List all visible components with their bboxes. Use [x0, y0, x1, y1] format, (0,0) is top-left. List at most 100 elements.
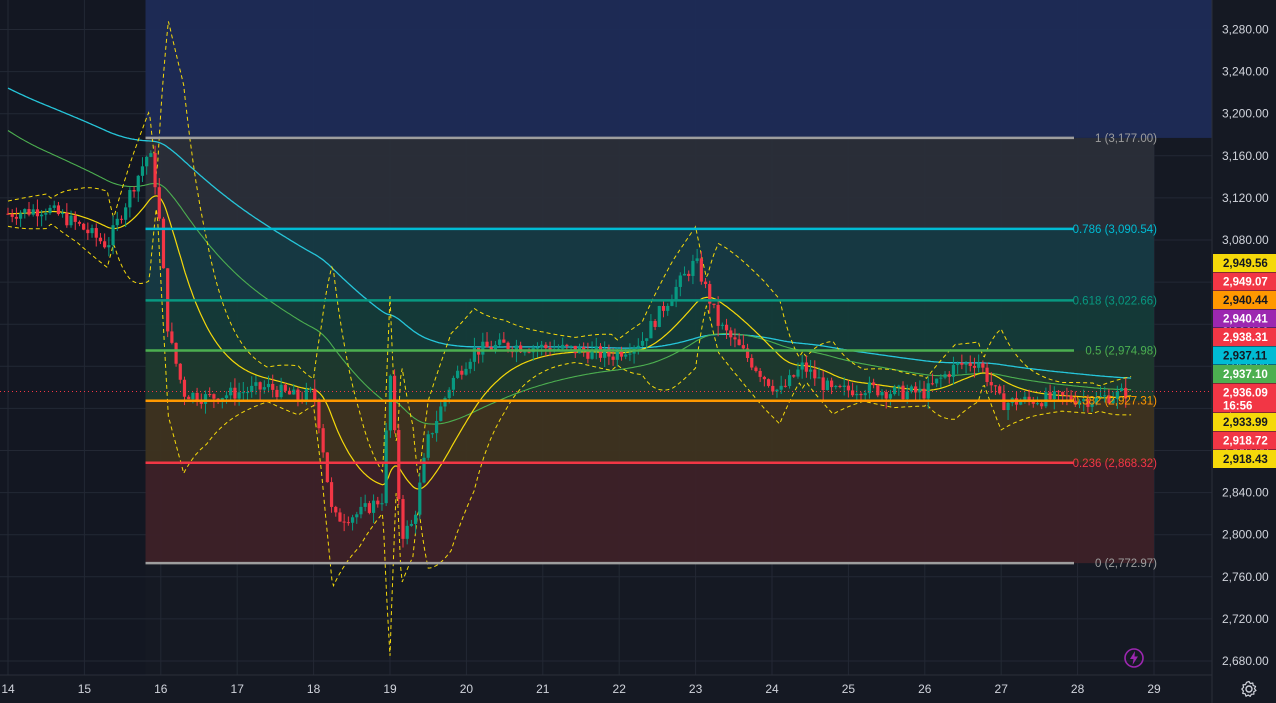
- candle-body: [355, 514, 359, 518]
- lightning-icon[interactable]: [1122, 646, 1146, 670]
- candle-body: [115, 218, 119, 226]
- candle-body: [724, 324, 729, 331]
- candle-body: [69, 215, 73, 226]
- candle-body: [56, 205, 61, 215]
- candle-body: [678, 275, 682, 287]
- candle-body: [435, 421, 439, 434]
- candle-body: [82, 223, 86, 230]
- candle-body: [14, 216, 19, 219]
- candle-body: [107, 245, 111, 248]
- candle-body: [405, 525, 409, 539]
- price-badge-label: 2,938.31: [1223, 332, 1268, 344]
- y-tick-label: 2,760.00: [1222, 570, 1269, 584]
- candle-body: [842, 385, 846, 388]
- y-tick-label: 3,160.00: [1222, 149, 1269, 163]
- candle-body: [846, 385, 850, 391]
- candle-body: [808, 369, 813, 372]
- x-tick-label: 24: [765, 682, 779, 696]
- candle-body: [943, 374, 947, 378]
- candle-body: [292, 389, 296, 395]
- candle-body: [409, 523, 413, 526]
- price-badge-label: 2,937.10: [1223, 369, 1268, 381]
- candle-body: [703, 281, 708, 285]
- candle-body: [565, 344, 569, 346]
- candle-body: [388, 375, 392, 431]
- fib-level-label: 1 (3,177.00): [1095, 133, 1157, 145]
- candle-body: [935, 378, 939, 384]
- candle-body: [598, 346, 603, 358]
- chart-container[interactable]: 1 (3,177.00) 0.786 (3,090.54) 0.618 (3,022…: [0, 0, 1276, 703]
- x-tick-label: 18: [307, 682, 321, 696]
- candle-body: [254, 382, 258, 386]
- candle-body: [27, 209, 31, 215]
- candle-body: [716, 304, 720, 326]
- candle-body: [430, 433, 435, 435]
- candle-body: [884, 392, 888, 399]
- candle-body: [258, 382, 262, 390]
- candle-body: [783, 385, 787, 387]
- y-tick-label: 2,680.00: [1222, 654, 1269, 668]
- fib-level-label: 0.786 (3,090.54): [1073, 224, 1158, 236]
- candle-body: [359, 506, 363, 515]
- candle-body: [930, 383, 935, 385]
- candle-body: [876, 385, 880, 396]
- candle-body: [771, 385, 775, 392]
- candle-body: [313, 388, 317, 401]
- candle-body: [817, 377, 821, 379]
- candle-body: [561, 344, 565, 349]
- candle-body: [1044, 392, 1048, 407]
- candle-body: [460, 370, 464, 375]
- candle-body: [834, 385, 838, 388]
- candle-body: [897, 385, 901, 388]
- candle-body: [888, 394, 893, 399]
- candle-body: [262, 387, 266, 390]
- candle-body: [909, 386, 914, 392]
- candle-body: [73, 215, 77, 222]
- fib-level-label: 0.618 (3,022.66): [1073, 295, 1158, 307]
- lightning-icon-glyph: [1124, 648, 1144, 668]
- candle-body: [615, 351, 619, 360]
- candle-body: [787, 375, 792, 387]
- candle-body: [926, 383, 930, 399]
- price-badge-label: 2,918.72: [1223, 436, 1268, 448]
- candle-body: [392, 375, 397, 431]
- candle-body: [304, 389, 308, 401]
- candle-body: [1048, 392, 1052, 400]
- candle-body: [821, 377, 825, 391]
- candle-body: [48, 207, 52, 214]
- candle-body: [19, 213, 23, 219]
- candle-body: [754, 367, 758, 371]
- candle-body: [170, 331, 174, 343]
- candle-body: [1052, 391, 1056, 400]
- candle-body: [640, 340, 645, 346]
- candle-body: [52, 205, 56, 208]
- candle-body: [535, 347, 540, 349]
- candle-body: [972, 365, 977, 368]
- candle-body: [308, 388, 313, 390]
- gear-icon[interactable]: [1238, 678, 1260, 700]
- pre-range-background: [0, 0, 146, 675]
- price-badge-countdown: 16:56: [1223, 401, 1252, 413]
- candle-body: [872, 382, 876, 386]
- candle-body: [149, 153, 153, 157]
- price-badge-label: 2,933.99: [1223, 417, 1268, 429]
- candle-body: [124, 207, 128, 220]
- x-tick-label: 20: [460, 682, 474, 696]
- gear-icon-glyph: [1241, 680, 1257, 697]
- candle-body: [161, 218, 166, 269]
- fib-zone: [145, 228, 1154, 301]
- candle-body: [813, 369, 817, 379]
- candle-body: [951, 364, 956, 377]
- candle-body: [611, 356, 615, 360]
- candle-body: [695, 258, 699, 261]
- candle-body: [569, 345, 573, 347]
- candle-body: [401, 499, 405, 539]
- candle-body: [367, 503, 371, 513]
- x-tick-label: 21: [536, 682, 550, 696]
- candle-body: [397, 430, 401, 500]
- y-tick-label: 3,080.00: [1222, 233, 1269, 247]
- candlestick-chart[interactable]: 1 (3,177.00) 0.786 (3,090.54) 0.618 (3,022…: [0, 0, 1276, 703]
- candle-body: [800, 362, 804, 370]
- candle-body: [325, 452, 329, 483]
- candle-body: [502, 339, 506, 343]
